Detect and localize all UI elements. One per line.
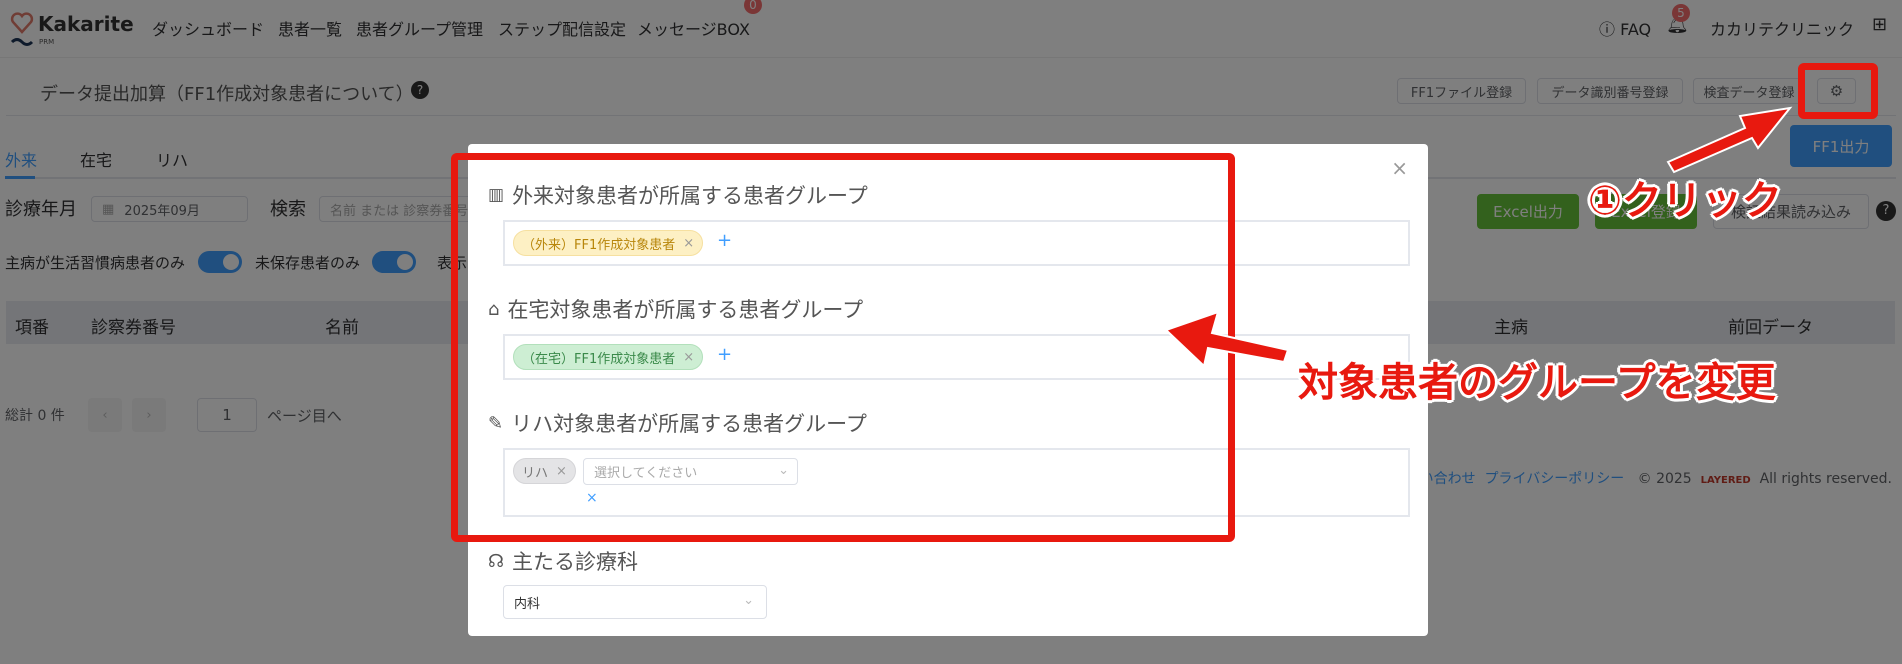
arrow-to-gear [1666,106,1793,174]
click-annotation: ①クリック [1588,178,1782,224]
arrow-to-modal [1164,310,1290,368]
change-group-annotation: 対象患者のグループを変更 [1298,360,1776,406]
annotation-arrows [1164,106,1793,368]
